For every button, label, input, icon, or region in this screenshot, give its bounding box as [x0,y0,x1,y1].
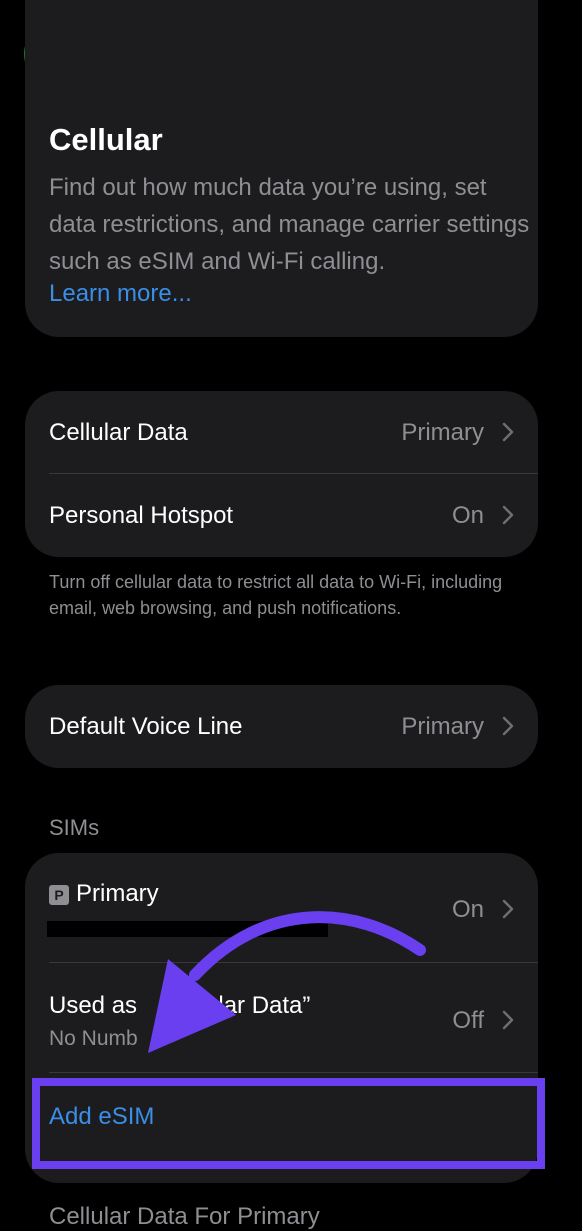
chevron-right-icon [502,1010,514,1030]
chevron-right-icon [502,716,514,736]
header-card: Cellular Find out how much data you’re u… [25,0,538,337]
sim-badge-icon: P [49,885,69,905]
annotation-arrow-icon [148,911,426,1053]
row-value: On [451,896,484,923]
row-label: Used as [49,992,138,1019]
voice-line-group: Default Voice Line Primary [25,685,538,768]
data-settings-group: Cellular Data Primary Personal Hotspot O… [25,391,538,557]
default-voice-line-row[interactable]: Default Voice Line Primary [25,685,538,768]
row-sublabel: No Numb [49,1027,138,1050]
cellular-footnote: Turn off cellular data to restrict all d… [49,572,503,618]
row-label: Personal Hotspot [49,502,234,529]
next-section-header: Cellular Data For Primary [49,1203,320,1230]
row-value: Off [452,1007,484,1034]
page-description: Find out how much data you’re using, set… [49,174,530,275]
chevron-right-icon [502,505,514,525]
row-value: On [451,502,484,529]
chevron-right-icon [502,422,514,442]
row-value: Primary [401,713,484,740]
annotation-highlight-box [32,1078,545,1169]
sims-section-header: SIMs [49,815,100,840]
cellular-data-row[interactable]: Cellular Data Primary [25,391,538,474]
chevron-right-icon [502,899,514,919]
personal-hotspot-row[interactable]: Personal Hotspot On [25,474,538,557]
row-value: Primary [401,419,484,446]
page-title: Cellular [49,122,163,157]
row-label: Default Voice Line [49,713,243,740]
row-label: Cellular Data [49,419,188,446]
learn-more-link[interactable]: Learn more... [49,280,192,308]
